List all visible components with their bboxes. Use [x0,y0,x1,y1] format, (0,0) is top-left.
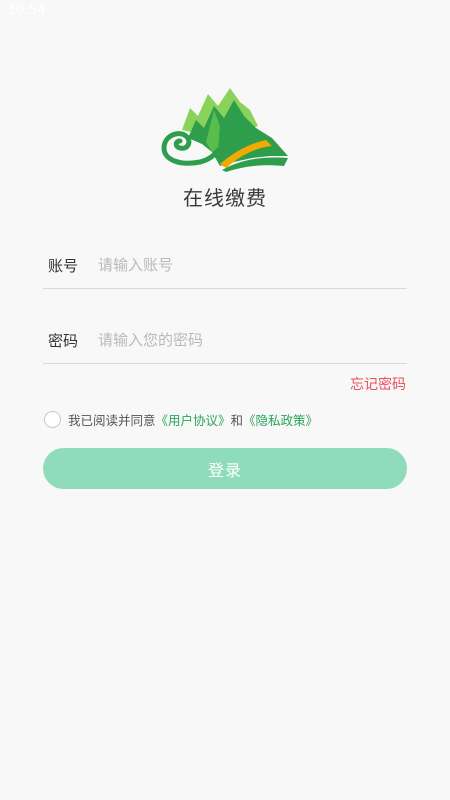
login-screen: 10:54 在线缴费 账号 密码 忘记密码 我已阅读并同意 《用户协议》 和 《… [0,0,450,800]
account-label: 账号 [48,257,79,275]
password-label: 密码 [48,332,79,350]
agreement-row: 我已阅读并同意 《用户协议》 和 《隐私政策》 [44,409,318,429]
user-agreement-link[interactable]: 《用户协议》 [156,410,231,429]
password-input[interactable] [98,325,398,355]
status-bar: 10:54 [0,0,450,24]
account-field-row: 账号 [43,242,407,289]
app-title: 在线缴费 [183,186,267,210]
privacy-policy-link[interactable]: 《隐私政策》 [243,410,318,429]
status-time: 10:54 [8,3,46,18]
agreement-prefix: 我已阅读并同意 [68,412,156,428]
agreement-checkbox[interactable] [44,410,61,428]
agreement-conjunction: 和 [230,412,244,428]
account-input[interactable] [98,250,398,280]
login-button[interactable]: 登录 [43,448,407,489]
password-field-row: 密码 [43,317,407,364]
mountain-book-logo-icon [161,88,288,172]
forgot-password-link[interactable]: 忘记密码 [350,374,406,394]
